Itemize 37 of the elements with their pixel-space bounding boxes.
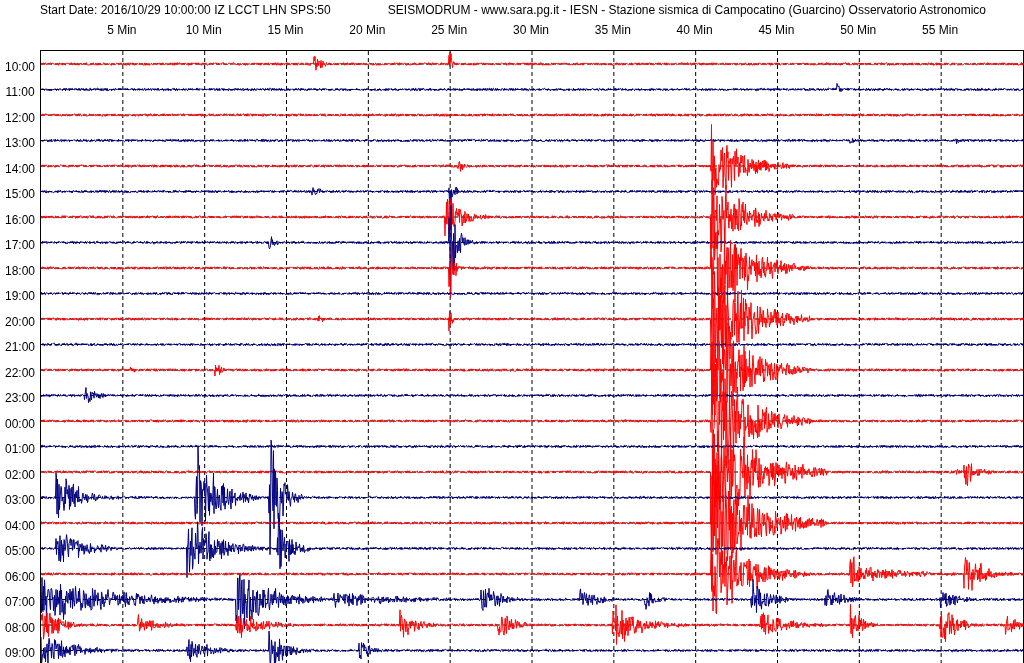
minute-label: 30 Min	[512, 23, 549, 37]
time-label: 04:00	[5, 518, 35, 533]
time-label: 03:00	[5, 493, 35, 508]
minute-label: 35 Min	[594, 23, 631, 37]
minute-label: 45 Min	[758, 23, 795, 37]
time-label: 00:00	[5, 416, 35, 431]
time-label: 22:00	[5, 365, 35, 380]
time-label: 01:00	[5, 442, 35, 457]
time-label: 10:00	[5, 59, 35, 74]
time-label: 05:00	[5, 544, 35, 559]
time-label: 07:00	[5, 595, 35, 610]
start-date-text: Start Date: 2016/10/29 10:00:00 IZ LCCT LHN SPS:50	[40, 3, 331, 17]
minute-label: 15 Min	[267, 23, 304, 37]
time-label: 19:00	[5, 289, 35, 304]
time-label: 18:00	[5, 263, 35, 278]
time-label: 02:00	[5, 467, 35, 482]
minute-label: 40 Min	[676, 23, 713, 37]
minute-label: 50 Min	[840, 23, 877, 37]
time-label: 21:00	[5, 340, 35, 355]
minute-label: 10 Min	[185, 23, 222, 37]
time-label: 13:00	[5, 136, 35, 151]
time-label: 23:00	[5, 391, 35, 406]
time-label: 12:00	[5, 110, 35, 125]
time-label: 08:00	[5, 620, 35, 635]
time-label: 15:00	[5, 187, 35, 202]
time-label: 20:00	[5, 314, 35, 329]
time-label: 16:00	[5, 212, 35, 227]
time-label: 09:00	[5, 646, 35, 661]
minute-label: 55 Min	[922, 23, 959, 37]
time-label: 14:00	[5, 161, 35, 176]
minute-label: 25 Min	[431, 23, 468, 37]
minute-label: 20 Min	[349, 23, 386, 37]
time-label: 06:00	[5, 569, 35, 584]
minute-label: 5 Min	[107, 23, 137, 37]
time-label: 17:00	[5, 238, 35, 253]
time-label: 11:00	[5, 85, 35, 100]
station-title: SEISMODRUM - www.sara.pg.it - IESN - Stazione sismica di Campocatino (Guarcino) Osservatorio Astronomico	[387, 3, 986, 17]
